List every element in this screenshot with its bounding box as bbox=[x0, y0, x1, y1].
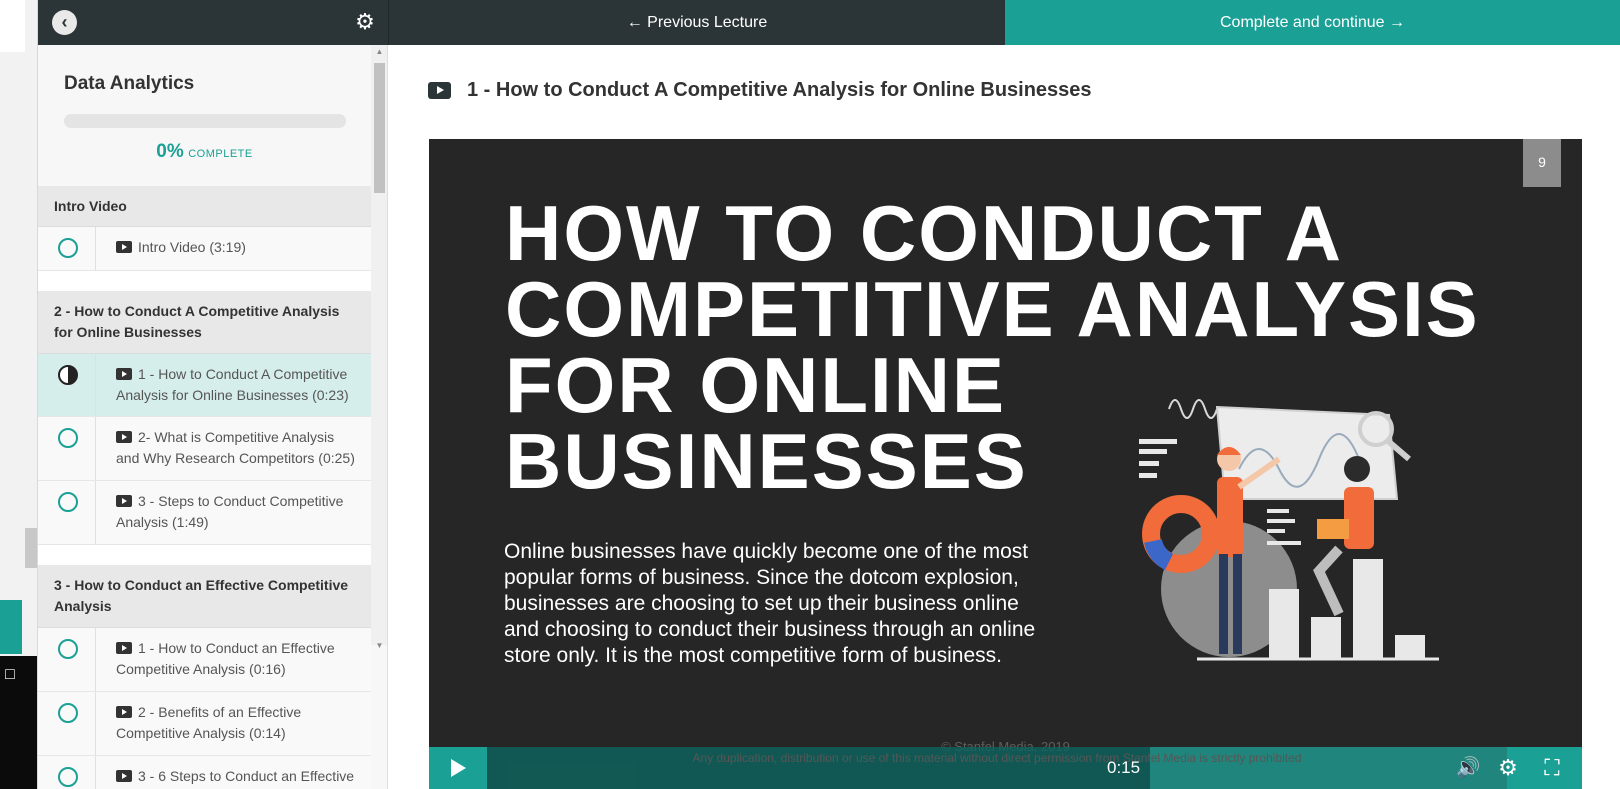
not-started-circle-icon bbox=[58, 428, 78, 448]
course-title: Data Analytics bbox=[64, 73, 195, 94]
video-control-bar: Any duplication, distribution or use of … bbox=[429, 747, 1582, 789]
course-progress-block: Data Analytics 0% COMPLETE bbox=[38, 45, 371, 193]
slide-number-badge: 9 bbox=[1523, 139, 1561, 187]
video-icon bbox=[116, 770, 132, 782]
play-button[interactable] bbox=[429, 747, 487, 789]
video-icon bbox=[116, 706, 132, 718]
not-started-circle-icon bbox=[58, 238, 78, 258]
lecture-label: 1 - How to Conduct an Effective Competit… bbox=[116, 638, 361, 680]
section-spacer bbox=[38, 545, 371, 565]
lecture-item[interactable]: 2 - Benefits of an Effective Competitive… bbox=[38, 692, 371, 756]
video-icon bbox=[116, 495, 132, 507]
lecture-title: 1 - How to Conduct A Competitive Analysi… bbox=[116, 366, 349, 403]
slide-disclaimer: Any duplication, distribution or use of … bbox=[692, 751, 1302, 765]
video-icon bbox=[116, 431, 132, 443]
slide-body-text: Online businesses have quickly become on… bbox=[504, 540, 1036, 667]
settings-gear-icon[interactable]: ⚙ bbox=[1487, 747, 1529, 789]
video-icon bbox=[116, 241, 132, 253]
chat-icon[interactable]: □ bbox=[0, 660, 20, 690]
back-arrow-icon[interactable]: ‹ bbox=[52, 10, 77, 35]
fullscreen-icon[interactable]: ⛶ bbox=[1529, 747, 1575, 789]
progress-percent: 0% bbox=[156, 141, 184, 162]
lecture-status bbox=[38, 354, 96, 416]
lecture-item[interactable]: 3 - Steps to Conduct Competitive Analysi… bbox=[38, 481, 371, 545]
section-header: 2 - How to Conduct A Competitive Analysi… bbox=[38, 291, 371, 354]
lecture-title: 1 - How to Conduct an Effective Competit… bbox=[116, 640, 335, 677]
lecture-title: 2 - Benefits of an Effective Competitive… bbox=[116, 704, 302, 741]
lecture-label: 2- What is Competitive Analysis and Why … bbox=[116, 427, 361, 469]
lecture-status bbox=[38, 417, 96, 480]
progress-bar bbox=[64, 114, 346, 128]
not-started-circle-icon bbox=[58, 703, 78, 723]
lecture-item-active[interactable]: 1 - How to Conduct A Competitive Analysi… bbox=[38, 354, 371, 417]
sidebar-scrollbar-thumb[interactable] bbox=[374, 63, 385, 193]
lecture-status bbox=[38, 692, 96, 755]
business-analytics-illustration bbox=[1139, 399, 1439, 661]
scroll-down-arrow-icon[interactable]: ▼ bbox=[374, 641, 385, 650]
section-header: 3 - How to Conduct an Effective Competit… bbox=[38, 565, 371, 628]
gear-icon[interactable]: ⚙ bbox=[353, 9, 377, 35]
lecture-label: 1 - How to Conduct A Competitive Analysi… bbox=[116, 364, 361, 406]
lecture-status bbox=[38, 481, 96, 544]
desktop-window-edge bbox=[0, 0, 25, 52]
not-started-circle-icon bbox=[58, 767, 78, 787]
video-icon bbox=[116, 368, 132, 380]
lecture-status bbox=[38, 756, 96, 789]
lecture-heading: 1 - How to Conduct A Competitive Analysi… bbox=[428, 76, 1092, 104]
lecture-label: 3 - Steps to Conduct Competitive Analysi… bbox=[116, 491, 361, 533]
lecture-title: 3 - 6 Steps to Conduct an Effective bbox=[138, 768, 355, 784]
complete-and-continue-button[interactable]: Complete and continue → bbox=[1005, 0, 1620, 45]
section-spacer bbox=[38, 271, 371, 291]
volume-icon[interactable]: 🔊 bbox=[1447, 747, 1489, 789]
lecture-item[interactable]: 1 - How to Conduct an Effective Competit… bbox=[38, 628, 371, 692]
lecture-label: 3 - 6 Steps to Conduct an Effective bbox=[116, 766, 361, 787]
not-started-circle-icon bbox=[58, 639, 78, 659]
lecture-item[interactable]: Intro Video (3:19) bbox=[38, 227, 371, 271]
sidebar-topbar: ‹ ⚙ bbox=[38, 0, 388, 45]
lecture-title: 3 - Steps to Conduct Competitive Analysi… bbox=[116, 493, 344, 530]
course-sidebar: Data Analytics 0% COMPLETE Intro Video I… bbox=[38, 45, 388, 789]
lecture-title: 2- What is Competitive Analysis and Why … bbox=[116, 429, 355, 466]
slide-title-line: COMPETITIVE ANALYSIS bbox=[505, 265, 1480, 353]
seek-bar[interactable]: Any duplication, distribution or use of … bbox=[487, 747, 1507, 789]
lecture-label: 2 - Benefits of an Effective Competitive… bbox=[116, 702, 361, 744]
video-player[interactable]: 9 HOW TO CONDUCT A COMPETITIVE ANALYSIS … bbox=[429, 139, 1582, 789]
desktop-scrollbar-thumb[interactable] bbox=[25, 528, 37, 568]
slide-title-line: HOW TO CONDUCT A bbox=[505, 189, 1343, 277]
not-started-circle-icon bbox=[58, 492, 78, 512]
desktop-teal-edge bbox=[0, 600, 22, 654]
progress-text: 0% COMPLETE bbox=[38, 141, 371, 163]
lecture-title: 1 - How to Conduct A Competitive Analysi… bbox=[467, 78, 1092, 101]
video-icon bbox=[428, 81, 451, 99]
lecture-item[interactable]: 3 - 6 Steps to Conduct an Effective bbox=[38, 756, 371, 789]
lecture-status bbox=[38, 628, 96, 691]
section-header: Intro Video bbox=[38, 186, 371, 227]
in-progress-half-circle-icon bbox=[58, 365, 78, 385]
lecture-label: Intro Video (3:19) bbox=[116, 237, 361, 258]
lecture-status bbox=[38, 227, 96, 270]
lecture-title: Intro Video (3:19) bbox=[138, 239, 246, 255]
lecture-item[interactable]: 2- What is Competitive Analysis and Why … bbox=[38, 417, 371, 481]
previous-lecture-button[interactable]: ← Previous Lecture bbox=[388, 0, 1005, 45]
current-time: 0:15 bbox=[1107, 758, 1141, 777]
progress-label: COMPLETE bbox=[188, 148, 253, 160]
scroll-up-arrow-icon[interactable]: ▲ bbox=[374, 47, 385, 56]
video-icon bbox=[116, 642, 132, 654]
